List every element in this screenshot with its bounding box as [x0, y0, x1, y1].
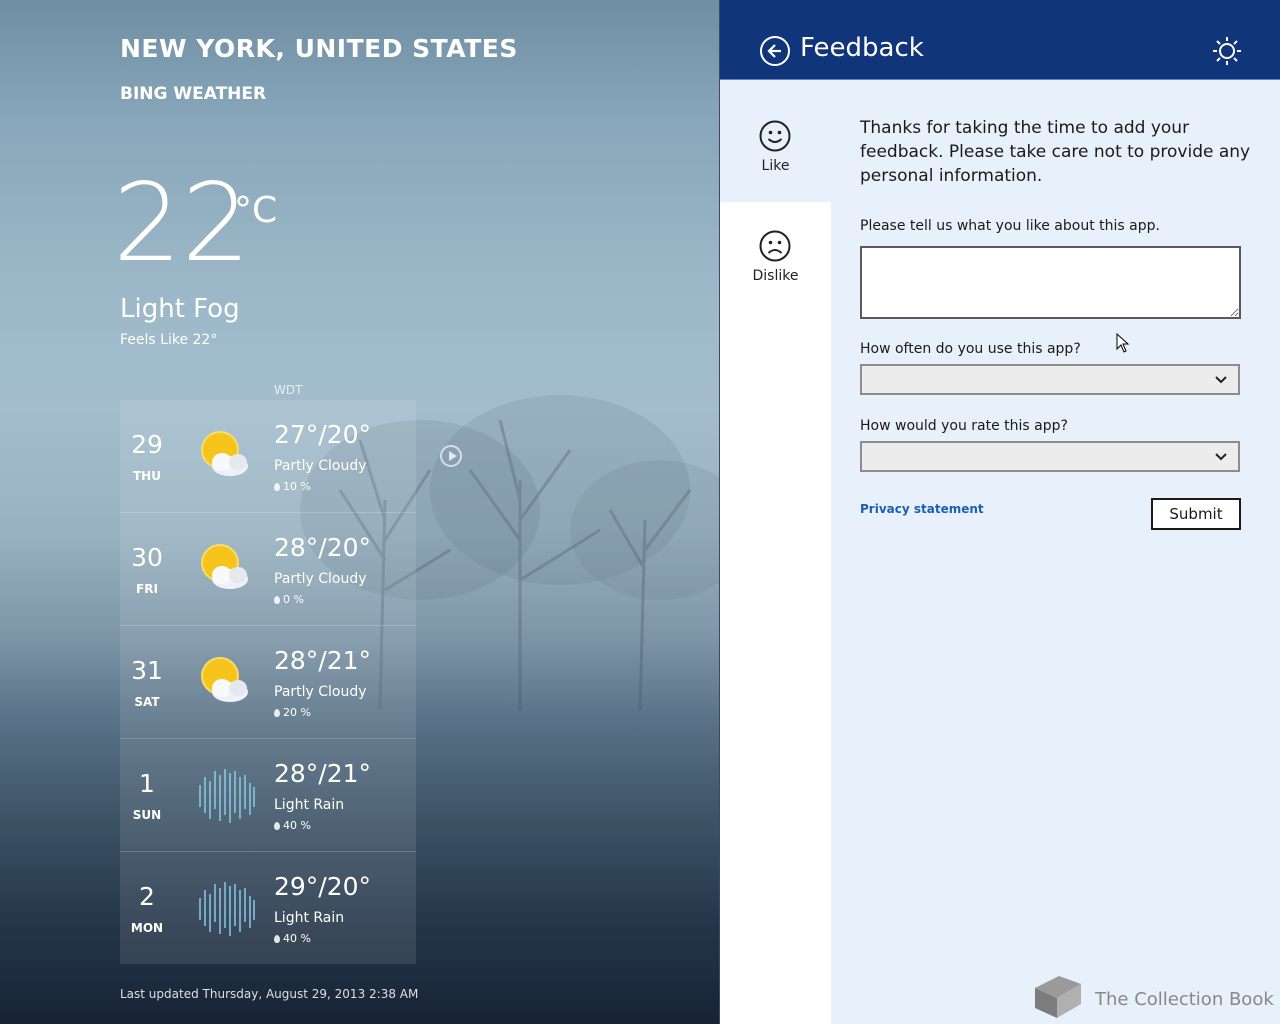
forecast-temps: 28°/21° [274, 646, 372, 675]
raindrop-icon [274, 596, 280, 604]
forecast-date: 30 [131, 543, 163, 572]
forecast-weekday: THU [133, 469, 161, 483]
feels-like: Feels Like 22° [120, 332, 218, 348]
forecast-weekday: SUN [132, 808, 162, 822]
watermark-text: The Collection Book [1095, 989, 1274, 1010]
forecast-temps: 27°/20° [274, 420, 372, 449]
light-rain-icon [199, 882, 255, 936]
weather-app: NEW YORK, UNITED STATES BING WEATHER 22 … [0, 0, 719, 1024]
forecast-condition: Light Rain [274, 797, 345, 813]
raindrop-icon [274, 709, 280, 717]
forecast-day[interactable]: 29 THU 27°/20° Partly Cloudy 10 % [120, 400, 416, 513]
forecast-date: 31 [131, 656, 163, 685]
back-arrow-icon[interactable] [760, 36, 790, 66]
tab-like-label: Like [761, 158, 790, 174]
forecast-day[interactable]: 31 SAT 28°/21° Partly Cloudy 20 % [120, 626, 416, 739]
tab-dislike-label: Dislike [752, 268, 799, 284]
forecast-condition: Light Rain [274, 910, 345, 926]
current-condition: Light Fog [120, 294, 240, 324]
chevron-down-icon [1215, 376, 1227, 384]
rating-select[interactable] [860, 441, 1240, 472]
current-temperature: 22 [113, 161, 251, 286]
feedback-header: Feedback [720, 0, 1280, 80]
forecast-precipitation: 40 % [274, 819, 311, 832]
forecast-day[interactable]: 2 MON 29°/20° Light Rain 40 % [120, 852, 416, 964]
forecast-temps: 29°/20° [274, 872, 372, 901]
brightness-icon[interactable] [1212, 36, 1242, 66]
frown-icon [759, 230, 791, 262]
feedback-title: Feedback [800, 33, 924, 63]
forecast-date: 1 [139, 769, 155, 798]
book-icon [1035, 976, 1081, 1018]
forecast-weekday: MON [130, 921, 164, 935]
partly-cloudy-icon [201, 431, 248, 476]
forecast-temps: 28°/20° [274, 533, 372, 562]
forecast-condition: Partly Cloudy [274, 458, 367, 474]
watermark: The Collection Book [1029, 974, 1274, 1024]
feedback-sidebar: Like Dislike [720, 94, 831, 1024]
feedback-pane: Feedback Like Dislike Thanks for taking … [719, 0, 1280, 1024]
forecast-condition: Partly Cloudy [274, 571, 367, 587]
light-rain-icon [199, 769, 255, 823]
forecast-condition: Partly Cloudy [274, 684, 367, 700]
frequency-question-label: How often do you use this app? [860, 341, 1081, 357]
smiley-icon [759, 120, 791, 152]
timezone-label: WDT [274, 383, 303, 397]
tab-like[interactable]: Like [720, 94, 831, 202]
temperature-unit: °C [234, 190, 278, 231]
forecast-day[interactable]: 1 SUN 28°/21° Light Rain 40 % [120, 739, 416, 852]
location-title: NEW YORK, UNITED STATES [120, 34, 518, 63]
like-question-label: Please tell us what you like about this … [860, 218, 1160, 234]
rating-question-label: How would you rate this app? [860, 418, 1068, 434]
forecast-date: 2 [139, 882, 155, 911]
forecast-day[interactable]: 30 FRI 28°/20° Partly Cloudy 0 % [120, 513, 416, 626]
last-updated: Last updated Thursday, August 29, 2013 2… [120, 987, 419, 1001]
chevron-down-icon [1215, 453, 1227, 461]
forecast-weekday: SAT [134, 695, 160, 709]
forecast-temps: 28°/21° [274, 759, 372, 788]
raindrop-icon [274, 935, 280, 943]
privacy-statement-link[interactable]: Privacy statement [860, 502, 984, 516]
forecast-weekday: FRI [136, 582, 158, 596]
forecast-date: 29 [131, 430, 163, 459]
provider-label: BING WEATHER [120, 84, 267, 104]
daily-forecast: 29 THU 27°/20° Partly Cloudy 10 % 30 FRI… [120, 400, 416, 964]
tab-dislike[interactable]: Dislike [720, 204, 831, 312]
forecast-precipitation: 20 % [274, 706, 311, 719]
play-icon[interactable] [440, 445, 462, 467]
mouse-cursor-icon [1116, 333, 1130, 353]
raindrop-icon [274, 483, 280, 491]
partly-cloudy-icon [201, 657, 248, 702]
partly-cloudy-icon [201, 544, 248, 589]
forecast-precipitation: 10 % [274, 480, 311, 493]
forecast-precipitation: 0 % [274, 593, 304, 606]
raindrop-icon [274, 822, 280, 830]
frequency-select[interactable] [860, 364, 1240, 395]
submit-button[interactable]: Submit [1151, 498, 1241, 530]
feedback-intro: Thanks for taking the time to add your f… [860, 118, 1251, 186]
forecast-precipitation: 40 % [274, 932, 311, 945]
like-feedback-textarea[interactable] [860, 246, 1241, 319]
